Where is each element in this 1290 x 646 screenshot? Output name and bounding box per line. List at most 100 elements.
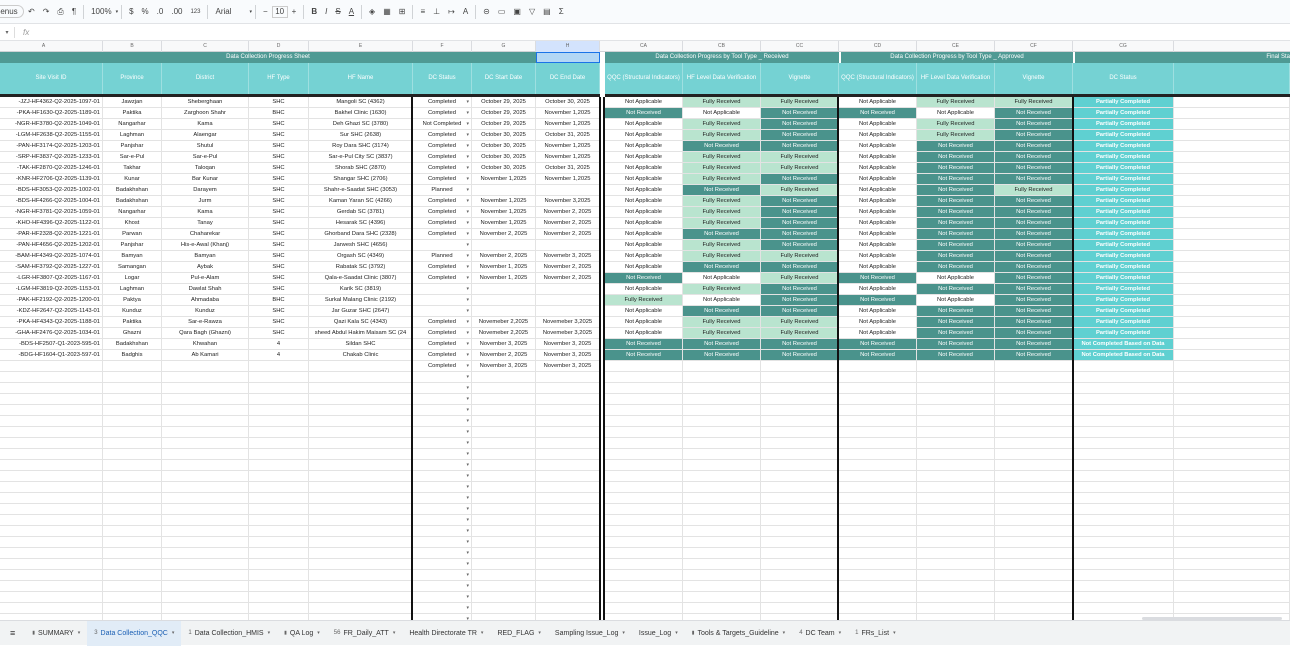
received-status-cell[interactable]: Not Received [761,339,839,350]
chevron-down-icon[interactable]: ▾ [393,630,396,636]
cell-dist[interactable]: Darayem [162,185,249,196]
cell-name[interactable] [309,493,413,504]
strikethrough-button[interactable]: S [331,3,344,21]
dropdown-chevron-icon[interactable]: ▾ [466,273,469,283]
cell-dist[interactable]: Bamyan [162,251,249,262]
cell-name[interactable] [309,548,413,559]
final-status-cell[interactable] [1073,548,1174,559]
received-status-cell[interactable] [761,603,839,614]
cell-type[interactable]: SHC [249,174,309,185]
dropdown-chevron-icon[interactable]: ▾ [466,163,469,173]
cell-type[interactable] [249,537,309,548]
approved-status-cell[interactable] [917,515,995,526]
final-status-cell[interactable] [1073,405,1174,416]
cell-type[interactable] [249,416,309,427]
chevron-down-icon[interactable]: ▾ [317,630,320,636]
cell-name[interactable]: sheed Abdul Hakim Maisam SC (24 [309,328,413,339]
column-header-b[interactable]: B [103,41,162,52]
text-color-button[interactable]: A [345,3,358,21]
cell-type[interactable]: SHC [249,317,309,328]
final-status-cell[interactable] [1073,361,1174,372]
filter-views-icon[interactable]: ▤ [539,3,555,21]
empty-cell[interactable] [1174,449,1290,460]
approved-status-cell[interactable]: Not Applicable [839,306,917,317]
approved-status-cell[interactable]: Not Applicable [839,284,917,295]
cell-type[interactable]: SHC [249,262,309,273]
final-status-cell[interactable]: Partially Completed [1073,141,1174,152]
cell-type[interactable]: BHC [249,295,309,306]
cell-dist[interactable] [162,570,249,581]
dropdown-chevron-icon[interactable]: ▾ [466,548,469,558]
cell-id[interactable] [0,471,103,482]
chevron-down-icon[interactable]: ▾ [622,630,625,636]
final-status-cell[interactable]: Partially Completed [1073,295,1174,306]
received-status-cell[interactable] [683,526,761,537]
received-status-cell[interactable] [605,548,683,559]
received-status-cell[interactable] [761,482,839,493]
received-status-cell[interactable]: Fully Received [683,218,761,229]
empty-cell[interactable] [1174,405,1290,416]
cell-dist[interactable]: Qara Bagh (Ghazni) [162,328,249,339]
cell-end[interactable] [536,570,600,581]
received-status-cell[interactable] [605,405,683,416]
cell-name[interactable] [309,405,413,416]
approved-status-cell[interactable] [839,482,917,493]
cell-dist[interactable] [162,427,249,438]
cell-prov[interactable]: Bamyan [103,251,162,262]
text-wrap-icon[interactable]: ↦ [444,3,459,21]
cell-status[interactable]: Completed ▾ [413,328,472,339]
empty-cell[interactable] [1174,262,1290,273]
approved-status-cell[interactable]: Not Applicable [917,273,995,284]
cell-type[interactable]: SHC [249,229,309,240]
approved-status-cell[interactable]: Not Received [917,218,995,229]
cell-dist[interactable]: Alaengar [162,130,249,141]
empty-cell[interactable] [1174,515,1290,526]
received-status-cell[interactable]: Not Received [761,174,839,185]
cell-status[interactable]: ▾ [413,471,472,482]
received-status-cell[interactable]: Not Received [761,262,839,273]
empty-cell[interactable] [1174,603,1290,614]
cell-prov[interactable]: Ghazni [103,328,162,339]
cell-prov[interactable]: Badakhshan [103,185,162,196]
received-status-cell[interactable] [605,361,683,372]
approved-status-cell[interactable] [995,394,1073,405]
cell-id[interactable]: -PAK-HF2192-Q2-2025-1200-01 [0,295,103,306]
received-status-cell[interactable]: Not Received [683,185,761,196]
dropdown-chevron-icon[interactable]: ▾ [466,559,469,569]
approved-status-cell[interactable] [839,537,917,548]
cell-prov[interactable] [103,603,162,614]
received-status-cell[interactable]: Not Received [683,306,761,317]
approved-status-cell[interactable] [917,416,995,427]
received-status-cell[interactable] [761,460,839,471]
cell-status[interactable]: ▾ [413,460,472,471]
received-status-cell[interactable]: Not Received [605,273,683,284]
menu-stub[interactable]: enus [0,5,24,18]
cell-id[interactable] [0,361,103,372]
approved-status-cell[interactable] [917,383,995,394]
received-status-cell[interactable] [761,372,839,383]
approved-status-cell[interactable] [917,471,995,482]
received-status-cell[interactable]: Not Applicable [683,295,761,306]
final-status-cell[interactable] [1073,438,1174,449]
cell-prov[interactable] [103,471,162,482]
cell-name[interactable] [309,559,413,570]
received-status-cell[interactable] [761,592,839,603]
cell-end[interactable] [536,581,600,592]
dropdown-chevron-icon[interactable]: ▾ [466,526,469,536]
empty-cell[interactable] [1174,592,1290,603]
cell-start[interactable] [472,306,536,317]
approved-status-cell[interactable] [995,603,1073,614]
cell-status[interactable]: Completed ▾ [413,339,472,350]
dropdown-chevron-icon[interactable]: ▾ [466,394,469,404]
empty-cell[interactable] [1174,383,1290,394]
final-status-cell[interactable]: Partially Completed [1073,273,1174,284]
more-formats-button[interactable]: 123 [186,3,204,21]
approved-status-cell[interactable]: Not Received [995,273,1073,284]
approved-status-cell[interactable] [839,438,917,449]
approved-status-cell[interactable] [839,526,917,537]
approved-status-cell[interactable]: Fully Received [917,130,995,141]
received-status-cell[interactable]: Fully Received [683,251,761,262]
cell-id[interactable]: -PAN-HF4656-Q2-2025-1202-01 [0,240,103,251]
dropdown-chevron-icon[interactable]: ▾ [466,229,469,239]
cell-name[interactable] [309,372,413,383]
